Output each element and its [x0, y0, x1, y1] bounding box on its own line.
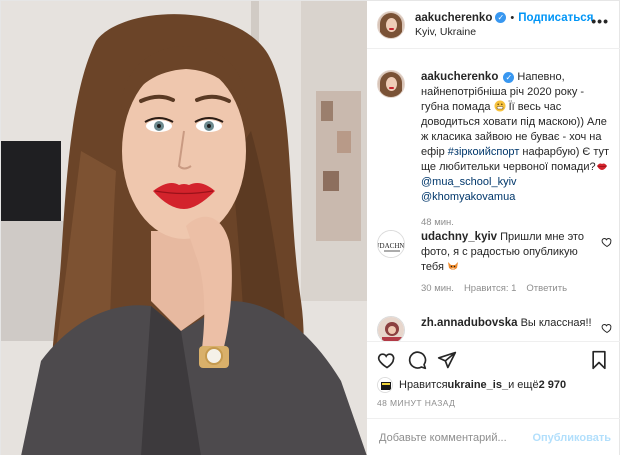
post-caption: aakucherenko ✓ Напевно, найнепотрібніша р… [377, 70, 613, 228]
more-icon[interactable]: ••• [591, 13, 609, 29]
grimacing-emoji-icon [494, 100, 506, 112]
share-icon[interactable] [437, 350, 457, 370]
mention-link[interactable]: @khomyakovamua [421, 191, 515, 203]
comment-like-icon[interactable] [601, 322, 613, 334]
comments-list[interactable]: aakucherenko ✓ Напевно, найнепотрібніша р… [367, 50, 620, 341]
mention-link[interactable]: @mua_school_kyiv [421, 176, 517, 188]
reply-button[interactable]: Ответить [526, 283, 567, 294]
publish-button[interactable]: Опубликовать [532, 432, 611, 444]
comment-like-icon[interactable] [601, 236, 613, 248]
fox-emoji-icon [448, 262, 458, 270]
comment-likes[interactable]: Нравится: 1 [464, 283, 516, 294]
post-photo[interactable] [1, 1, 367, 455]
avatar[interactable]: UDACHNY [377, 230, 405, 258]
hashtag-link[interactable]: #зіркоийспорт [448, 146, 520, 158]
verified-icon: ✓ [503, 72, 515, 83]
likes-prefix: Нравится [399, 379, 448, 391]
location-link[interactable]: Kyiv, Ukraine [415, 26, 593, 38]
follow-button[interactable]: Подписаться [518, 12, 593, 24]
comment-time[interactable]: 30 мин. [421, 283, 454, 294]
instagram-post: aakucherenko ✓ • Подписаться Kyiv, Ukrai… [0, 0, 620, 455]
lips-emoji-icon [596, 163, 607, 170]
heart-icon[interactable] [377, 350, 397, 370]
svg-text:UDACHNY: UDACHNY [378, 242, 405, 250]
add-comment-bar: Опубликовать [367, 418, 620, 455]
verified-icon: ✓ [495, 12, 507, 23]
comment-item: UDACHNY udachny_kyiv Пришли мне это фото… [377, 230, 613, 294]
avatar[interactable] [377, 10, 405, 39]
avatar [377, 377, 393, 393]
post-side-panel: aakucherenko ✓ • Подписаться Kyiv, Ukrai… [367, 1, 620, 455]
avatar[interactable] [377, 316, 405, 341]
comment-username[interactable]: zh.annadubovska [421, 317, 518, 329]
avatar[interactable] [377, 70, 405, 98]
header-username[interactable]: aakucherenko [415, 12, 492, 24]
action-bar [367, 341, 620, 377]
portrait-image [1, 1, 367, 455]
post-time-ago[interactable]: 48 МИНУТ НАЗАД [377, 398, 455, 408]
caption-username[interactable]: aakucherenko [421, 71, 498, 83]
comment-username[interactable]: udachny_kyiv [421, 231, 497, 243]
comment-text: zh.annadubovska Вы классная!! [421, 316, 593, 331]
comment-text: udachny_kyiv Пришли мне это фото, я с ра… [421, 230, 593, 275]
caption-time[interactable]: 48 мин. [421, 217, 613, 228]
bookmark-icon[interactable] [589, 350, 609, 370]
post-header: aakucherenko ✓ • Подписаться Kyiv, Ukrai… [367, 1, 620, 49]
comment-item: zh.annadubovska Вы классная!! [377, 316, 613, 341]
likes-middle: и ещё [508, 379, 539, 391]
comment-body: Вы классная!! [520, 317, 592, 329]
likes-count[interactable]: 2 970 [539, 379, 567, 391]
likes-user[interactable]: ukraine_is_ [448, 379, 509, 391]
comment-input[interactable] [379, 431, 533, 444]
comment-icon[interactable] [407, 350, 427, 370]
likes-summary[interactable]: Нравится ukraine_is_ и ещё 2 970 [377, 377, 617, 393]
separator-dot: • [510, 11, 515, 24]
caption-text: aakucherenko ✓ Напевно, найнепотрібніша р… [421, 70, 613, 205]
